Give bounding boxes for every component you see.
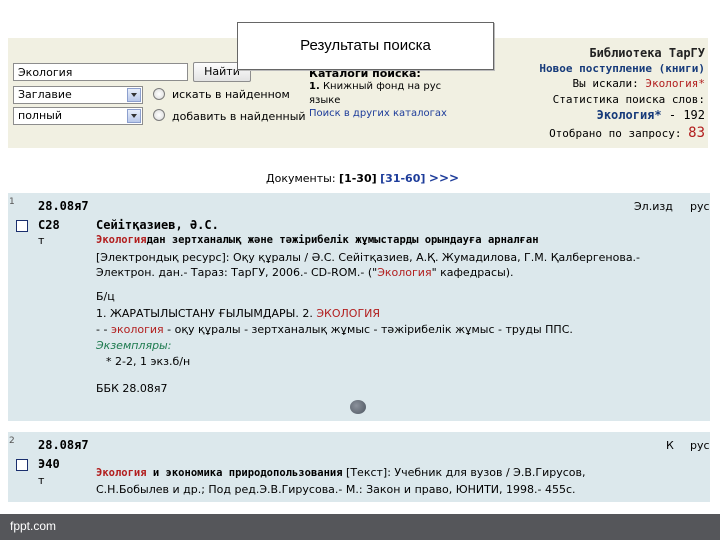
record-lang: рус xyxy=(690,439,710,452)
subject-highlight: ЭКОЛОГИЯ xyxy=(316,307,381,320)
stat-count: - 192 xyxy=(668,108,705,122)
results-title-banner: Результаты поиска xyxy=(237,22,494,70)
record-select-checkbox[interactable] xyxy=(16,220,28,232)
record-number: 2 xyxy=(9,436,15,446)
keywords-text: - - xyxy=(96,323,111,336)
page-current: [1-30] xyxy=(339,172,377,185)
searched-value: Экология* xyxy=(645,77,705,90)
catalog-item-text: Книжный фонд на рус xyxy=(322,81,442,92)
record-bbk-code: 28.08я7 xyxy=(38,199,89,213)
record-bc: Б/ц xyxy=(96,290,115,303)
page-next-link[interactable]: [31-60] xyxy=(380,172,425,185)
catalog-item-number: 1. xyxy=(309,81,320,92)
field-select[interactable]: Заглавие xyxy=(13,86,143,104)
desc-highlight: Экология xyxy=(377,266,432,279)
record-select-checkbox[interactable] xyxy=(16,459,28,471)
other-catalogs-link[interactable]: Поиск в других каталогах xyxy=(309,108,447,119)
record-shelf-code: С28 xyxy=(38,218,60,232)
record-title-line: Экология и экономика природопользования … xyxy=(96,466,586,479)
footer-brand: fppt.com xyxy=(10,519,57,533)
chevron-down-icon xyxy=(127,109,141,123)
slide-nav-dot xyxy=(350,400,366,414)
title-highlight: Экология xyxy=(96,467,147,479)
selected-label: Отобрано по запросу: xyxy=(549,127,682,140)
stats-label: Статистика поиска слов: xyxy=(552,93,705,106)
title-rest: и экономика природопользования xyxy=(146,467,343,479)
record-type: К xyxy=(666,439,674,452)
chevron-down-icon xyxy=(127,88,141,102)
keywords-highlight: экология xyxy=(110,323,164,336)
record-copies-value: * 2-2, 1 экз.б/н xyxy=(106,355,191,368)
radio-search-in-found-label: искать в найденном xyxy=(172,88,290,101)
record-author: Сейітқазиев, Ә.С. xyxy=(96,218,219,232)
record-number: 1 xyxy=(9,197,15,207)
record-shelf-sub: т xyxy=(38,234,45,247)
desc-part: " кафедрасы). xyxy=(431,266,514,279)
record-title[interactable]: Экологиядан зертханалық және тәжірибелік… xyxy=(96,234,539,246)
desc-part: Электрон. дан.- Тараз: ТарГУ, 2006.- CD-… xyxy=(96,266,378,279)
radio-search-in-found[interactable] xyxy=(153,88,165,100)
stats-line: Экология* - 192 xyxy=(597,108,705,122)
stat-term-link[interactable]: Экология* xyxy=(597,108,662,122)
record-title[interactable]: Экология и экономика природопользования xyxy=(96,467,343,479)
record-description-2: Электрон. дан.- Тараз: ТарГУ, 2006.- CD-… xyxy=(96,266,514,279)
keywords-text: - оқу құралы - зертханалық жұмыс - тәжір… xyxy=(163,323,573,336)
pagination-label: Документы: xyxy=(266,172,336,185)
record-shelf-sub: т xyxy=(38,474,45,487)
page-more-link[interactable]: >>> xyxy=(429,171,459,185)
search-input[interactable]: Экология xyxy=(13,63,188,81)
selected-line: Отобрано по запросу: 83 xyxy=(549,125,705,141)
field-select-value: Заглавие xyxy=(18,88,72,101)
record-shelf-code: Э40 xyxy=(38,457,60,471)
record-description-2: С.Н.Бобылев и др.; Под ред.Э.В.Гирусова.… xyxy=(96,483,576,496)
catalog-item-1-cont: языке xyxy=(309,95,341,106)
searched-line: Вы искали: Экология* xyxy=(573,77,705,90)
record-subjects: 1. ЖАРАТЫЛЫСТАНУ ҒЫЛЫМДАРЫ. 2. ЭКОЛОГИЯ xyxy=(96,307,380,320)
library-name: Библиотека ТарГУ xyxy=(589,46,705,60)
new-arrivals-link[interactable]: Новое поступление (книги) xyxy=(539,62,705,75)
mode-select[interactable]: полный xyxy=(13,107,143,125)
record-type: Эл.изд xyxy=(634,200,673,213)
catalog-item-1[interactable]: 1. Книжный фонд на рус xyxy=(309,81,441,92)
record-copies-label: Экземпляры: xyxy=(96,339,172,352)
pagination: Документы: [1-30] [31-60] >>> xyxy=(266,171,459,185)
record-description-1: [Электрондық ресурс]: Оқу құралы / Ә.С. … xyxy=(96,251,641,264)
subject-text: 1. ЖАРАТЫЛЫСТАНУ ҒЫЛЫМДАРЫ. 2. xyxy=(96,307,317,320)
selected-count: 83 xyxy=(688,125,705,141)
footer-bar xyxy=(0,514,720,540)
record-lang: рус xyxy=(690,200,710,213)
record-description-1: [Текст]: Учебник для вузов / Э.В.Гирусов… xyxy=(346,466,586,479)
searched-label: Вы искали: xyxy=(572,77,639,90)
record-bbk-code: 28.08я7 xyxy=(38,438,89,452)
radio-add-to-found-label: добавить в найденный xyxy=(172,110,306,123)
title-rest: дан зертханалық және тәжірибелік жұмыста… xyxy=(146,234,539,246)
mode-select-value: полный xyxy=(18,109,62,122)
radio-add-to-found[interactable] xyxy=(153,109,165,121)
record-keywords: - - экология - оқу құралы - зертханалық … xyxy=(96,323,573,336)
record-bbk-line: ББК 28.08я7 xyxy=(96,382,168,395)
title-highlight: Экология xyxy=(96,234,147,246)
